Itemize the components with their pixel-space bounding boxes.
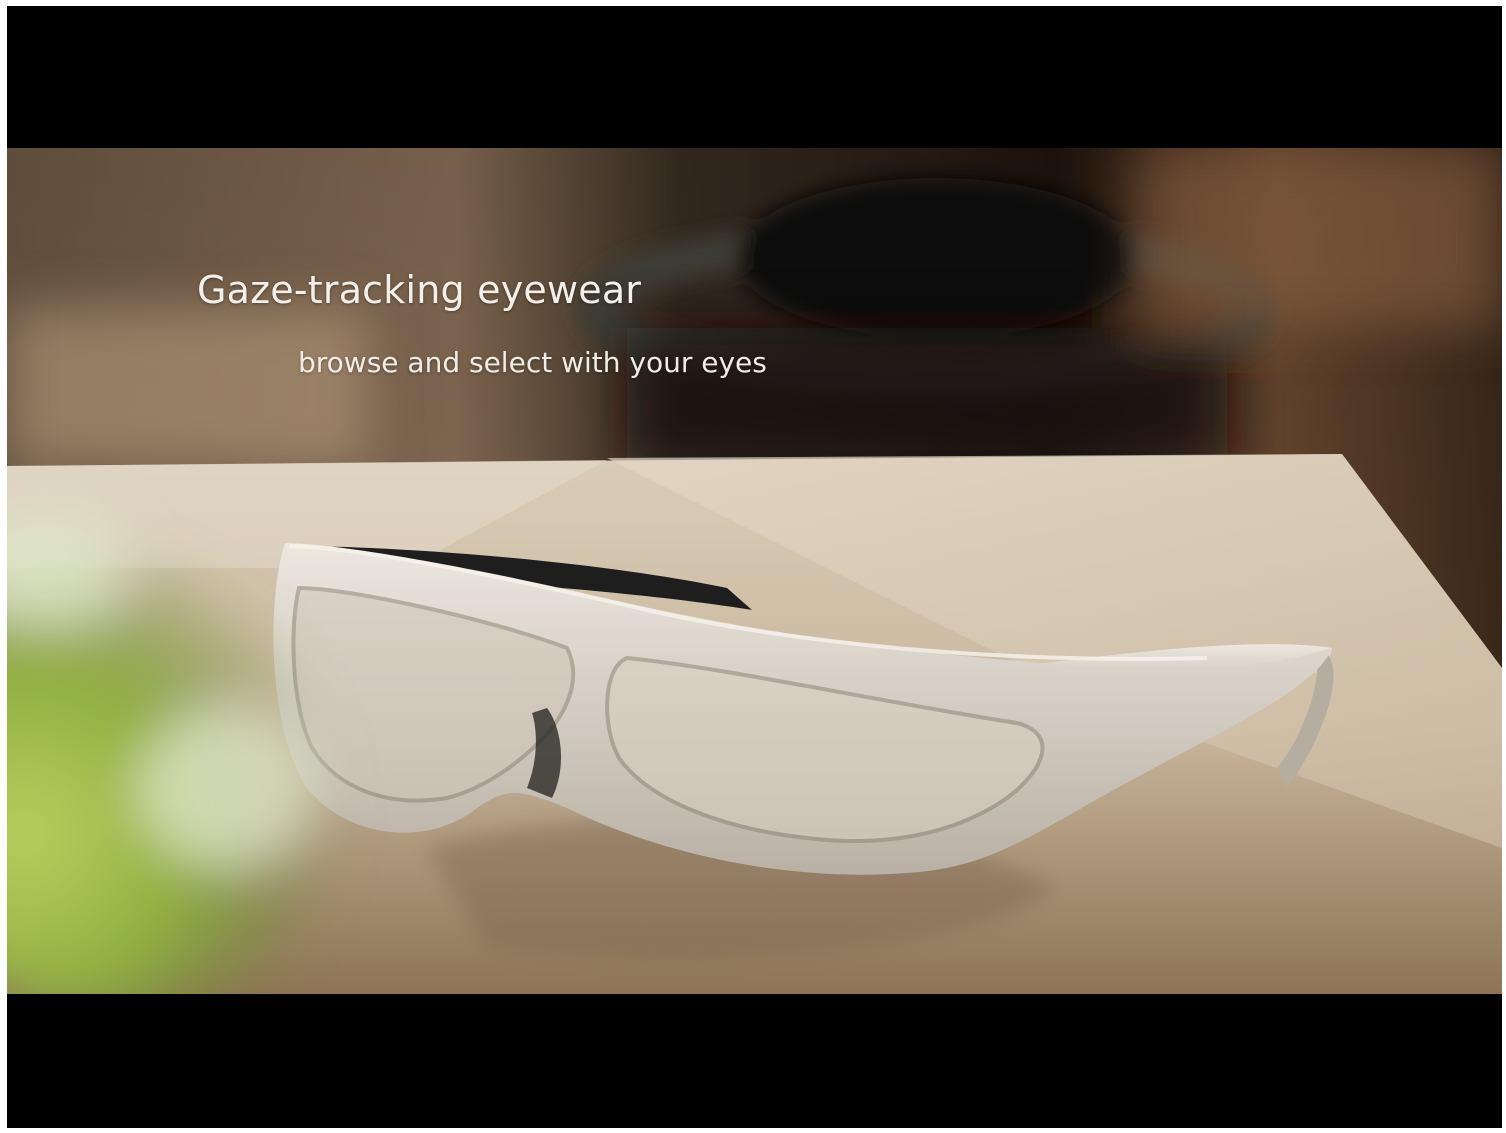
- caption-title: Gaze-tracking eyewear: [197, 268, 642, 312]
- scene-image: Gaze-tracking eyewear browse and select …: [7, 148, 1502, 994]
- video-frame: Gaze-tracking eyewear browse and select …: [7, 6, 1502, 1128]
- letterbox-top: [7, 6, 1502, 148]
- letterbox-bottom: [7, 994, 1502, 1128]
- caption-subtitle: browse and select with your eyes: [298, 346, 767, 379]
